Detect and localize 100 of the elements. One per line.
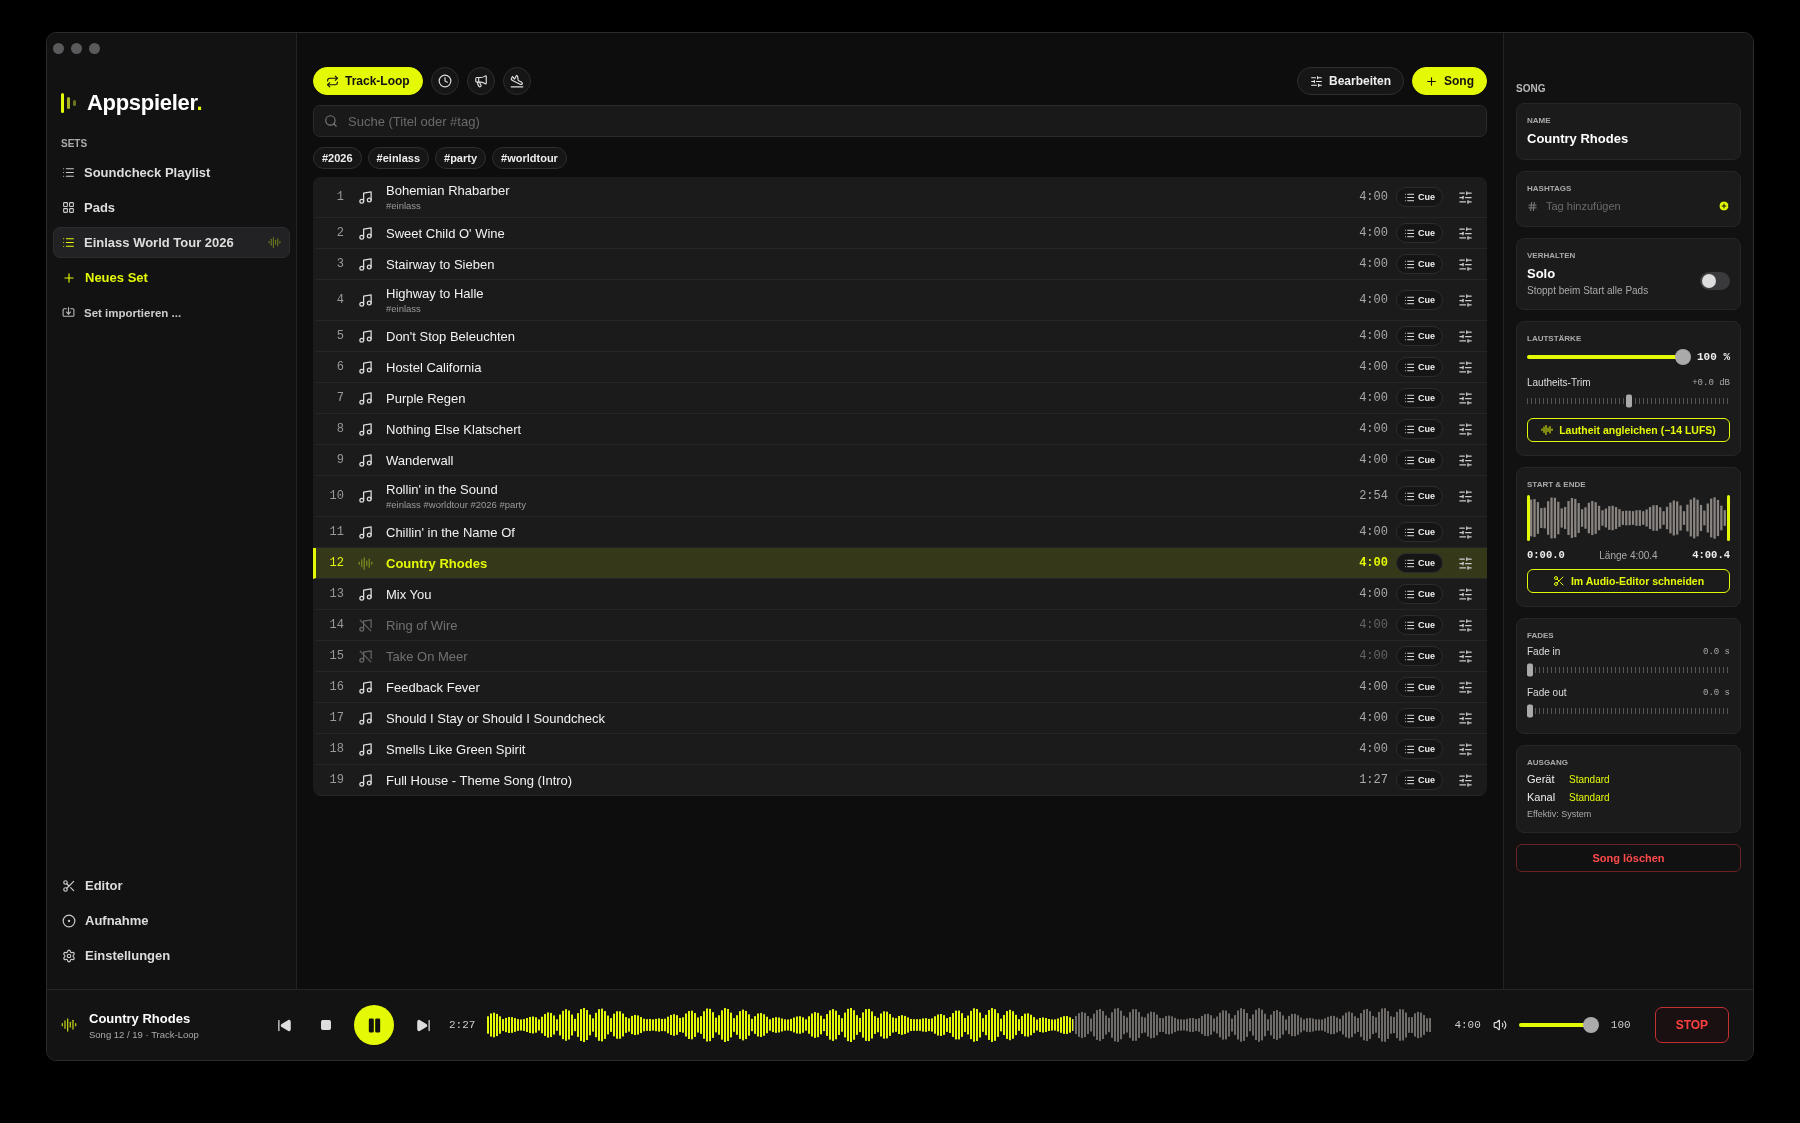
start-marker[interactable] (1527, 495, 1530, 541)
tag-input[interactable]: Tag hinzufügen (1544, 199, 1712, 213)
sliders-icon[interactable] (1457, 452, 1473, 468)
fade-thumb[interactable] (1527, 663, 1533, 677)
track-loop-button[interactable]: Track-Loop (313, 67, 423, 95)
song-row[interactable]: 16 Feedback Fever 4:00 Cue (313, 672, 1487, 703)
sliders-icon[interactable] (1457, 359, 1473, 375)
cue-button[interactable]: Cue (1396, 553, 1443, 573)
sliders-icon[interactable] (1457, 555, 1473, 571)
add-song-button[interactable]: Song (1412, 67, 1487, 95)
nav-item[interactable]: Aufnahme (53, 905, 290, 936)
song-row[interactable]: 10 Rollin' in the Sound #einlass #worldtour #2026 #party 2:54 Cue (313, 476, 1487, 517)
output-value[interactable]: Standard (1569, 791, 1610, 803)
sliders-icon[interactable] (1457, 390, 1473, 406)
song-row[interactable]: 12 Country Rhodes 4:00 Cue (313, 548, 1487, 579)
volume-slider[interactable] (1518, 1017, 1599, 1033)
song-row[interactable]: 14 Ring of Wire 4:00 Cue (313, 610, 1487, 641)
volume-icon[interactable] (1492, 1018, 1507, 1032)
trim-thumb[interactable] (1625, 394, 1632, 408)
cue-button[interactable]: Cue (1396, 522, 1443, 542)
search-field[interactable]: Suche (Titel oder #tag) (313, 105, 1487, 137)
sliders-icon[interactable] (1457, 328, 1473, 344)
toolbar-button[interactable] (430, 67, 459, 95)
sliders-icon[interactable] (1457, 741, 1473, 757)
add-icon[interactable] (1718, 200, 1730, 212)
new-set-button[interactable]: Neues Set (53, 262, 290, 293)
cue-button[interactable]: Cue (1396, 450, 1443, 470)
play-pause-button[interactable] (354, 1005, 394, 1045)
volume-slider[interactable] (1527, 349, 1691, 365)
sliders-icon[interactable] (1457, 586, 1473, 602)
song-row[interactable]: 19 Full House - Theme Song (Intro) 1:27 Cue (313, 765, 1487, 796)
song-row[interactable]: 2 Sweet Child O' Wine 4:00 Cue (313, 218, 1487, 249)
cue-button[interactable]: Cue (1396, 708, 1443, 728)
song-row[interactable]: 15 Take On Meer 4:00 Cue (313, 641, 1487, 672)
stop-all-button[interactable]: STOP (1654, 1007, 1730, 1043)
sliders-icon[interactable] (1457, 189, 1473, 205)
set-item[interactable]: Pads (53, 192, 290, 223)
cue-button[interactable]: Cue (1396, 290, 1443, 310)
toolbar-button[interactable] (466, 67, 495, 95)
cue-button[interactable]: Cue (1396, 677, 1443, 697)
tag-filter[interactable]: #2026 (313, 147, 362, 169)
window-control[interactable] (53, 43, 64, 54)
song-row[interactable]: 5 Don't Stop Beleuchten 4:00 Cue (313, 321, 1487, 352)
cue-button[interactable]: Cue (1396, 646, 1443, 666)
song-row[interactable]: 6 Hostel California 4:00 Cue (313, 352, 1487, 383)
sliders-icon[interactable] (1457, 256, 1473, 272)
song-row[interactable]: 3 Stairway to Sieben 4:00 Cue (313, 249, 1487, 280)
cue-button[interactable]: Cue (1396, 615, 1443, 635)
song-row[interactable]: 17 Should I Stay or Should I Soundcheck 4:00 Cue (313, 703, 1487, 734)
output-value[interactable]: Standard (1569, 773, 1610, 785)
song-row[interactable]: 1 Bohemian Rhabarber #einlass 4:00 Cue (313, 177, 1487, 218)
song-row[interactable]: 18 Smells Like Green Spirit 4:00 Cue (313, 734, 1487, 765)
tag-filter[interactable]: #worldtour (492, 147, 567, 169)
tag-filter[interactable]: #einlass (367, 147, 429, 169)
nav-item[interactable]: Einstellungen (53, 940, 290, 971)
sliders-icon[interactable] (1457, 772, 1473, 788)
cue-button[interactable]: Cue (1396, 187, 1443, 207)
edit-button[interactable]: Bearbeiten (1296, 67, 1404, 95)
audio-editor-button[interactable]: Im Audio-Editor schneiden (1527, 569, 1730, 593)
song-row[interactable]: 9 Wanderwall 4:00 Cue (313, 445, 1487, 476)
cue-button[interactable]: Cue (1396, 326, 1443, 346)
toolbar-button[interactable] (502, 67, 531, 95)
set-item[interactable]: Einlass World Tour 2026 (53, 227, 290, 258)
import-set-button[interactable]: Set importieren ... (53, 297, 290, 328)
tag-filter[interactable]: #party (435, 147, 487, 169)
cue-button[interactable]: Cue (1396, 388, 1443, 408)
sliders-icon[interactable] (1457, 292, 1473, 308)
sliders-icon[interactable] (1457, 421, 1473, 437)
cue-button[interactable]: Cue (1396, 770, 1443, 790)
cue-button[interactable]: Cue (1396, 419, 1443, 439)
slider-thumb[interactable] (1582, 1017, 1599, 1033)
song-row[interactable]: 8 Nothing Else Klatschert 4:00 Cue (313, 414, 1487, 445)
delete-song-button[interactable]: Song löschen (1516, 844, 1741, 872)
search-input[interactable]: Suche (Titel oder #tag) (346, 112, 1476, 130)
sliders-icon[interactable] (1457, 679, 1473, 695)
sliders-icon[interactable] (1457, 648, 1473, 664)
window-control[interactable] (89, 43, 100, 54)
sliders-icon[interactable] (1457, 524, 1473, 540)
song-row[interactable]: 13 Mix You 4:00 Cue (313, 579, 1487, 610)
cue-button[interactable]: Cue (1396, 739, 1443, 759)
previous-button[interactable] (277, 1017, 292, 1033)
song-row[interactable]: 7 Purple Regen 4:00 Cue (313, 383, 1487, 414)
solo-toggle[interactable] (1700, 272, 1730, 290)
next-button[interactable] (416, 1017, 431, 1033)
sliders-icon[interactable] (1457, 617, 1473, 633)
end-marker[interactable] (1727, 495, 1730, 541)
cue-button[interactable]: Cue (1396, 223, 1443, 243)
cue-button[interactable]: Cue (1396, 584, 1443, 604)
cue-button[interactable]: Cue (1396, 254, 1443, 274)
nav-item[interactable]: Editor (53, 870, 290, 901)
slider-thumb[interactable] (1675, 349, 1691, 365)
fade-thumb[interactable] (1527, 704, 1533, 718)
normalize-button[interactable]: Lautheit angleichen (−14 LUFS) (1527, 418, 1730, 442)
song-row[interactable]: 4 Highway to Halle #einlass 4:00 Cue (313, 280, 1487, 321)
sliders-icon[interactable] (1457, 710, 1473, 726)
sliders-icon[interactable] (1457, 225, 1473, 241)
cue-button[interactable]: Cue (1396, 357, 1443, 377)
song-name[interactable]: Country Rhodes (1527, 131, 1730, 146)
stop-button[interactable] (320, 1019, 332, 1031)
set-item[interactable]: Soundcheck Playlist (53, 157, 290, 188)
